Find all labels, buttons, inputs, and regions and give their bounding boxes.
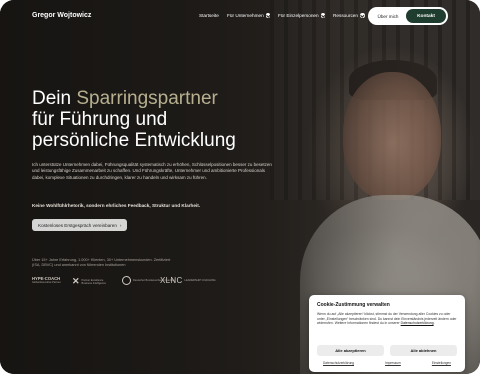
logo-subtitle: Business Intelligence — [81, 281, 106, 285]
cookie-body-text: Wenn du auf „Alle akzeptieren“ klickst, … — [317, 312, 457, 325]
book-consultation-button[interactable]: Kostenloses Erstgespräch vereinbaren › — [32, 219, 128, 231]
cookie-consent-dialog: Cookie-Zustimmung verwalten Wenn du auf … — [309, 295, 465, 372]
chevron-down-icon — [265, 13, 271, 18]
headline-prefix: Dein — [32, 88, 77, 109]
nav-label: Für Einzelpersonen — [278, 13, 319, 18]
nav-label: Ressourcen — [333, 13, 359, 18]
headline-line-3: persönliche Entwicklung — [32, 130, 236, 151]
accept-all-button[interactable]: Alle akzeptieren — [317, 345, 384, 356]
headline-accent: Sparringspartner — [76, 88, 218, 109]
hero-intro-text: Ich unterstütze Unternehmen dabei, Führu… — [32, 162, 272, 180]
about-button[interactable]: Über mich — [370, 14, 406, 19]
site-logo[interactable]: Gregor Wojtowicz — [32, 12, 91, 19]
contact-button[interactable]: Kontakt — [406, 9, 446, 23]
experience-text: Über 15+ Jahre Erfahrung, 1.000+ Kliente… — [32, 258, 171, 267]
header-actions: Über mich Kontakt — [368, 7, 448, 25]
reject-all-button[interactable]: Alle ablehnen — [390, 345, 457, 356]
cookie-actions: Alle akzeptieren Alle ablehnen — [317, 345, 457, 356]
privacy-policy-link[interactable]: Datenschutzerklärung — [401, 321, 434, 325]
nav-item-ressourcen[interactable]: Ressourcen — [333, 13, 365, 18]
partner-logo: HYPE-COACH Global Executive Partner — [32, 276, 61, 284]
arrow-right-icon: › — [119, 222, 122, 228]
chevron-down-icon — [360, 13, 365, 18]
chevron-down-icon — [320, 13, 326, 18]
logo-name: XLNC — [160, 276, 183, 285]
partner-logo: ✕ Partner Excellence Business Intelligen… — [72, 276, 106, 287]
cta-label: Kostenloses Erstgespräch vereinbaren — [38, 222, 117, 228]
nav-item-unternehmen[interactable]: Für Unternehmen — [227, 13, 271, 18]
partner-logos: HYPE-COACH Global Executive Partner ✕ Pa… — [32, 276, 216, 290]
cookie-footer-links: Datenschutzerklärung Impressum Einstellu… — [317, 361, 457, 365]
x-mark-icon: ✕ — [72, 276, 80, 286]
logo-subtitle: LEADERSHIP COACHING — [184, 279, 216, 282]
logo-subtitle: Global Executive Partner — [32, 281, 61, 284]
nav-label: Startseite — [199, 13, 219, 18]
footer-link-imprint[interactable]: Impressum — [385, 361, 401, 365]
partner-logo: XLNC LEADERSHIP COACHING — [160, 276, 216, 285]
hero-headline: Dein Sparringspartner für Führung und pe… — [32, 88, 292, 151]
cookie-description: Wenn du auf „Alle akzeptieren“ klickst, … — [317, 312, 457, 325]
logo-name: Deutscher Bundesverband Coaching — [133, 279, 176, 282]
headline-line-2: für Führung und — [32, 109, 168, 130]
hero-tagline: Keine Wohlfühlrhetorik, sondern ehrliche… — [32, 203, 201, 208]
footer-link-settings[interactable]: Einstellungen — [432, 361, 451, 365]
nav-label: Für Unternehmen — [227, 13, 264, 18]
footer-link-privacy[interactable]: Datenschutzerklärung — [323, 361, 354, 365]
seal-icon — [122, 276, 131, 285]
cookie-title: Cookie-Zustimmung verwalten — [317, 302, 390, 308]
nav-item-einzelpersonen[interactable]: Für Einzelpersonen — [278, 13, 326, 18]
page-frame: Gregor Wojtowicz Startseite Für Unterneh… — [0, 0, 480, 374]
partner-logo: Deutscher Bundesverband Coaching — [122, 276, 176, 285]
nav-item-startseite[interactable]: Startseite — [199, 13, 219, 18]
